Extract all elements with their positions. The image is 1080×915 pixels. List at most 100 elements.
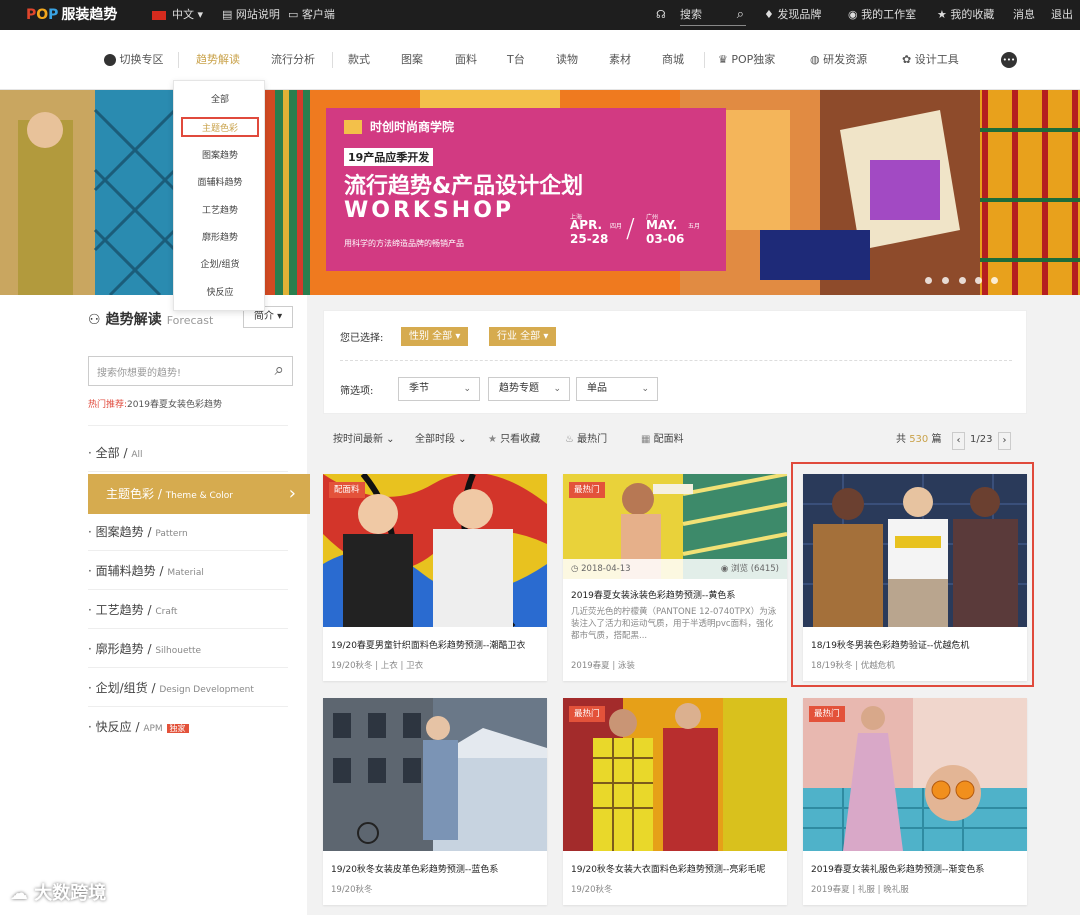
chevron-down-icon: ⌄ <box>641 384 649 394</box>
sidebar-item-all[interactable]: · 全部 / All <box>88 434 288 472</box>
trend-card[interactable]: 最热门 19/20秋冬女装大衣面料色彩趋势预测--亮彩毛呢 19/20秋冬 <box>563 698 787 905</box>
dropdown-item-material[interactable]: 面辅料趋势 <box>174 173 266 193</box>
card-badge: 最热门 <box>569 482 605 498</box>
my-studio-link[interactable]: ◉ 我的工作室 <box>848 0 916 30</box>
star-icon: ★ <box>937 8 947 21</box>
dropdown-item-quick-response[interactable]: 快反应 <box>174 283 266 303</box>
card-meta: 19/20秋冬 <box>331 885 373 895</box>
item-select[interactable]: 单品 ⌄ <box>576 377 658 401</box>
nav-item-fashion-analysis[interactable]: 流行分析 <box>271 30 315 90</box>
sidebar-item-planning[interactable]: · 企划/组货 / Design Development <box>88 669 288 707</box>
design-tools-button[interactable]: ✿ 设计工具 <box>902 30 959 90</box>
carousel-dot[interactable] <box>975 277 982 284</box>
nav-item-runway[interactable]: T台 <box>507 30 525 90</box>
messages-link[interactable]: 消息 <box>1013 0 1035 30</box>
search-icon[interactable]: ⌕ <box>274 360 284 380</box>
filter-tag-gender[interactable]: 性别 全部 ▾ <box>401 327 469 346</box>
nav-item-pattern[interactable]: 图案 <box>401 30 423 90</box>
season-select[interactable]: 季节 ⌄ <box>398 377 480 401</box>
sidebar-search-input[interactable]: 搜索你想要的趋势! ⌕ <box>88 356 293 386</box>
sidebar-item-silhouette[interactable]: · 廓形趋势 / Silhouette <box>88 630 288 668</box>
language-selector[interactable]: 中文 ▾ <box>152 0 203 30</box>
banner-date1-month: APR. <box>570 218 603 232</box>
hot-recommend-link[interactable]: 2019春夏女装色彩趋势 <box>127 400 222 410</box>
rd-resources-button[interactable]: ◍ 研发资源 <box>810 30 867 90</box>
sort-time-select[interactable]: 按时间最新 ⌄ <box>333 425 395 457</box>
hottest-toggle[interactable]: ♨ 最热门 <box>565 425 607 457</box>
main-nav: 切换专区 趋势解读 流行分析 款式 图案 面料 T台 读物 素材 商城 ♛ PO… <box>0 30 1080 90</box>
card-title[interactable]: 19/20秋冬女装皮革色彩趋势预测--蓝色系 <box>331 862 541 875</box>
eye-icon: ◉ <box>720 564 729 574</box>
total-count: 共 530 篇 <box>896 434 942 445</box>
hero-banner[interactable]: 时创时尚商学院 19产品应季开发 流行趋势&产品设计企划 WORKSHOP 用科… <box>0 90 1080 295</box>
pop-exclusive-button[interactable]: ♛ POP独家 <box>718 30 775 90</box>
card-image <box>323 698 547 851</box>
dropdown-item-theme-color[interactable]: 主题色彩 <box>181 117 259 137</box>
trend-card[interactable]: 最热门 2019春夏女装礼服色彩趋势预测--渐变色系 2019春夏 | 礼服 |… <box>803 698 1027 905</box>
dropdown-item-pattern[interactable]: 图案趋势 <box>174 146 266 166</box>
next-page-button[interactable]: › <box>998 432 1011 450</box>
document-icon: ▤ <box>222 8 233 21</box>
clock-icon: ◷ <box>571 564 579 574</box>
site-guide-link[interactable]: ▤ 网站说明 <box>222 0 280 30</box>
dropdown-item-silhouette[interactable]: 廓形趋势 <box>174 228 266 248</box>
filter-tag-industry[interactable]: 行业 全部 ▾ <box>489 327 557 346</box>
nav-item-style[interactable]: 款式 <box>348 30 370 90</box>
sidebar-title: ⚇ 趋势解读 Forecast <box>88 312 214 328</box>
card-title[interactable]: 19/20春夏男童针织面料色彩趋势预测--潮酷卫衣 <box>331 638 541 651</box>
client-link[interactable]: ▭ 客户端 <box>288 0 335 30</box>
prev-page-button[interactable]: ‹ <box>952 432 965 450</box>
my-favorites-link[interactable]: ★ 我的收藏 <box>937 0 994 30</box>
nav-item-mall[interactable]: 商城 <box>662 30 684 90</box>
sidebar-item-quick-response[interactable]: · 快反应 / APM 独家 <box>88 708 288 746</box>
trend-card[interactable]: 19/20秋冬女装皮革色彩趋势预测--蓝色系 19/20秋冬 <box>323 698 547 905</box>
carousel-dot[interactable] <box>942 277 949 284</box>
card-title[interactable]: 2019春夏女装礼服色彩趋势预测--渐变色系 <box>811 862 1021 875</box>
card-title[interactable]: 19/20秋冬女装大衣面料色彩趋势预测--亮彩毛呢 <box>571 862 781 875</box>
banner-ad-panel: 时创时尚商学院 19产品应季开发 流行趋势&产品设计企划 WORKSHOP 用科… <box>326 108 726 271</box>
card-views: ◉ 浏览 (6415) <box>720 564 779 574</box>
trend-topic-select[interactable]: 趋势专题 ⌄ <box>488 377 570 401</box>
sidebar-item-theme-color[interactable]: 主题色彩 / Theme & Color › <box>88 474 310 514</box>
logout-link[interactable]: 退出 <box>1051 0 1073 30</box>
nav-item-fabric[interactable]: 面料 <box>455 30 477 90</box>
tools-icon: ✿ <box>902 53 912 66</box>
headset-icon[interactable]: ☊ <box>656 0 666 30</box>
sidebar-item-material[interactable]: · 面辅料趋势 / Material <box>88 552 288 590</box>
search-input[interactable]: 搜索 ⌕ <box>680 4 746 26</box>
fabric-icon: ▦ <box>641 434 651 445</box>
switch-zone-button[interactable]: 切换专区 <box>104 30 164 90</box>
dropdown-item-craft[interactable]: 工艺趋势 <box>174 201 266 221</box>
page-indicator: 1/23 <box>970 434 993 445</box>
time-range-select[interactable]: 全部时段 ⌄ <box>415 425 467 457</box>
banner-date2-days: 03-06 <box>646 232 685 246</box>
card-info-overlay: ◷ 2018-04-13 ◉ 浏览 (6415) <box>563 559 787 579</box>
sidebar-item-pattern[interactable]: · 图案趋势 / Pattern <box>88 513 288 551</box>
search-icon[interactable]: ⌕ <box>737 4 744 26</box>
nav-item-books[interactable]: 读物 <box>556 30 578 90</box>
only-favorites-toggle[interactable]: ★ 只看收藏 <box>488 425 540 457</box>
card-date: ◷ 2018-04-13 <box>571 564 631 574</box>
dropdown-item-all[interactable]: 全部 <box>174 90 266 110</box>
sidebar-item-craft[interactable]: · 工艺趋势 / Craft <box>88 591 288 629</box>
trend-card[interactable]: 最热门 ◷ 2018-04-13 ◉ 浏览 (6415) 2019春夏女装泳装色… <box>563 474 787 681</box>
crown-icon: ♛ <box>718 53 728 66</box>
discover-brand-link[interactable]: ♦ 发现品牌 <box>764 0 821 30</box>
more-button[interactable]: ••• <box>1001 30 1017 90</box>
trend-card[interactable]: 配面料 19/20春夏男童针织面料色彩趋势预测--潮酷卫衣 19/20秋冬 | … <box>323 474 547 681</box>
divider <box>88 425 288 426</box>
dropdown-item-planning[interactable]: 企划/组货 <box>174 255 266 275</box>
carousel-dot[interactable] <box>991 277 998 284</box>
monitor-icon: ▭ <box>288 8 299 21</box>
card-title[interactable]: 2019春夏女装泳装色彩趋势预测--黄色系 <box>571 588 781 601</box>
nav-divider <box>332 52 333 68</box>
carousel-dot[interactable] <box>959 277 966 284</box>
banner-tagline: 用科学的方法缔造品牌的畅销产品 <box>344 239 464 248</box>
pop-logo[interactable]: POP 服装趋势 <box>26 0 117 30</box>
watermark-logo-icon: ☁ <box>10 883 28 904</box>
academy-logo-icon <box>344 120 362 134</box>
carousel-dot[interactable] <box>925 277 932 284</box>
chevron-right-icon: › <box>288 483 296 504</box>
material-toggle[interactable]: ▦ 配面料 <box>641 425 684 457</box>
nav-item-materials[interactable]: 素材 <box>609 30 631 90</box>
